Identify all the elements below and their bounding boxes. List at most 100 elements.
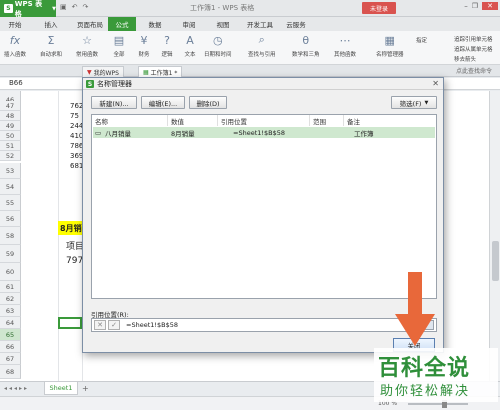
column-header-refers-to[interactable]: 引用位置 bbox=[218, 115, 310, 126]
row-header-selected[interactable]: 65 bbox=[0, 329, 21, 341]
delete-name-button[interactable]: 删除(D) bbox=[189, 96, 227, 109]
cell-value: 797 bbox=[66, 256, 84, 266]
row-header[interactable]: 66 bbox=[0, 341, 21, 353]
tab-cloud[interactable]: 云服务 bbox=[282, 17, 310, 31]
row-header[interactable]: 64 bbox=[0, 317, 21, 329]
tab-review[interactable]: 审阅 bbox=[178, 17, 200, 31]
row-header[interactable]: 53 bbox=[0, 163, 21, 179]
filter-button[interactable]: 筛选(F) ▼ bbox=[391, 96, 437, 109]
text-label: 文本 bbox=[184, 52, 196, 58]
row-header[interactable]: 60 bbox=[0, 263, 21, 281]
common-functions-button[interactable]: ☆ 常用函数 bbox=[76, 33, 98, 59]
row-header[interactable]: 58 bbox=[0, 227, 21, 245]
row-header[interactable]: 54 bbox=[0, 179, 21, 195]
column-header-scope[interactable]: 范围 bbox=[310, 115, 344, 126]
app-menu-button[interactable]: S WPS 表格 ▼ bbox=[0, 0, 56, 18]
watermark-title: 百科全说 bbox=[378, 356, 471, 381]
lookup-button[interactable]: ⌕ 查找与引用 bbox=[248, 33, 276, 58]
scrollbar-thumb[interactable] bbox=[492, 241, 499, 281]
close-icon[interactable]: ✕ bbox=[432, 79, 439, 88]
cancel-edit-icon[interactable]: ✕ bbox=[94, 320, 106, 330]
arrow-head bbox=[395, 314, 435, 346]
redo-icon[interactable]: ↷ bbox=[83, 3, 89, 11]
trace-precedents-button[interactable]: 追踪引用单元格 bbox=[454, 35, 493, 43]
specify-button[interactable]: 指定 bbox=[416, 36, 427, 44]
command-search[interactable]: 点此查找命令 bbox=[456, 66, 492, 75]
save-icon[interactable]: ▣ bbox=[60, 3, 67, 11]
tab-formulas[interactable]: 公式 bbox=[108, 17, 136, 31]
login-button[interactable]: 未登录 bbox=[362, 2, 396, 14]
wps-home-icon: ▼ bbox=[87, 68, 92, 76]
row-header[interactable]: 62 bbox=[0, 293, 21, 305]
star-icon: ☆ bbox=[82, 33, 92, 47]
row-header[interactable]: 63 bbox=[0, 305, 21, 317]
undo-icon[interactable]: ↶ bbox=[72, 3, 78, 11]
row-header[interactable]: 68 bbox=[0, 365, 21, 379]
math-button[interactable]: θ 数学和三角 bbox=[292, 33, 320, 59]
minimize-icon[interactable]: – bbox=[464, 2, 468, 10]
confirm-edit-icon[interactable]: ✓ bbox=[108, 320, 120, 330]
autosum-button[interactable]: Σ 自动求和 bbox=[40, 33, 62, 59]
doctab-workbook[interactable]: ▦ 工作簿1 * bbox=[138, 66, 183, 77]
table-row[interactable]: ▭ 八月销量 8月销量 =Sheet1!$B$58 工作簿 bbox=[93, 127, 435, 138]
row-header[interactable]: 61 bbox=[0, 281, 21, 293]
close-window-icon[interactable]: ✕ bbox=[482, 2, 498, 10]
tab-data[interactable]: 数据 bbox=[144, 17, 166, 31]
remove-arrows-button[interactable]: 移去箭头 bbox=[454, 55, 476, 63]
row-header[interactable]: 49 bbox=[0, 121, 21, 131]
edit-name-button[interactable]: 编辑(E)... bbox=[141, 96, 185, 109]
row-header[interactable]: 51 bbox=[0, 141, 21, 151]
row-header[interactable]: 48 bbox=[0, 111, 21, 121]
selected-cell[interactable] bbox=[58, 317, 82, 329]
doctab-workbook-label: 工作簿1 * bbox=[150, 69, 178, 77]
tab-home[interactable]: 开始 bbox=[4, 17, 26, 31]
watermark-subtitle: 助你轻松解决 bbox=[380, 384, 471, 399]
insert-function-button[interactable]: fx 插入函数 bbox=[4, 33, 26, 59]
name-box[interactable]: B66 bbox=[6, 79, 60, 89]
trace-dependents-button[interactable]: 追踪从属单元格 bbox=[454, 45, 493, 53]
clock-icon: ◷ bbox=[212, 33, 223, 47]
datetime-label: 日期和时间 bbox=[204, 52, 232, 58]
datetime-button[interactable]: ◷ 日期和时间 bbox=[204, 33, 232, 59]
tab-developer[interactable]: 开发工具 bbox=[244, 17, 276, 31]
tab-page-layout[interactable]: 页面布局 bbox=[74, 17, 106, 31]
refers-to-value: =Sheet1!$B$58 bbox=[126, 321, 178, 329]
names-list[interactable]: 名称 数值 引用位置 范围 备注 ▭ 八月销量 8月销量 =Sheet1!$B$… bbox=[91, 114, 437, 299]
other-functions-button[interactable]: ⋯ 其他函数 bbox=[334, 33, 356, 59]
row-header[interactable]: 47 bbox=[0, 101, 21, 111]
tab-insert[interactable]: 插入 bbox=[40, 17, 62, 31]
column-header-name[interactable]: 名称 bbox=[92, 115, 168, 126]
row-header[interactable]: 67 bbox=[0, 353, 21, 365]
finance-button[interactable]: ¥ 财务 bbox=[137, 33, 151, 59]
add-sheet-icon[interactable]: + bbox=[82, 384, 89, 393]
column-header-value[interactable]: 数值 bbox=[168, 115, 218, 126]
dialog-title: 名称管理器 bbox=[97, 79, 132, 88]
all-functions-label: 全部 bbox=[113, 52, 125, 58]
new-name-button[interactable]: 新建(N)... bbox=[91, 96, 137, 109]
sheet-tab-sheet1[interactable]: Sheet1 bbox=[44, 382, 78, 395]
all-functions-button[interactable]: ▤ 全部 bbox=[112, 33, 126, 59]
doctab-my-wps[interactable]: ▼ 我的WPS bbox=[82, 66, 124, 77]
highlighted-cell-title[interactable]: 8月销 bbox=[58, 221, 82, 235]
row-header[interactable]: 55 bbox=[0, 195, 21, 211]
row-header[interactable]: 56 bbox=[0, 211, 21, 227]
sheet-nav-arrows-icon[interactable]: ◂◂◂▸▸ bbox=[4, 385, 29, 392]
name-manager-button[interactable]: ▦ 名称管理器 bbox=[376, 33, 404, 59]
row-header[interactable]: 59 bbox=[0, 245, 21, 263]
restore-icon[interactable]: ❐ bbox=[472, 2, 478, 10]
refers-to-field[interactable]: ✕ ✓ =Sheet1!$B$58 bbox=[91, 318, 437, 332]
logic-button[interactable]: ? 逻辑 bbox=[160, 33, 174, 59]
vertical-scrollbar[interactable] bbox=[489, 91, 500, 381]
document-tabs: ▼ 我的WPS ▦ 工作簿1 * 点此查找命令 bbox=[0, 65, 500, 77]
name-row-icon: ▭ bbox=[95, 128, 102, 137]
tab-view[interactable]: 视图 bbox=[212, 17, 234, 31]
zoom-slider[interactable] bbox=[408, 403, 468, 405]
column-header-note[interactable]: 备注 bbox=[344, 115, 436, 126]
lookup-label: 查找与引用 bbox=[248, 52, 276, 58]
text-button[interactable]: A 文本 bbox=[183, 33, 197, 59]
row-header[interactable]: 52 bbox=[0, 151, 21, 161]
fx-icon: fx bbox=[9, 33, 21, 47]
row-header[interactable]: 50 bbox=[0, 131, 21, 141]
row-ref: =Sheet1!$B$58 bbox=[233, 128, 285, 137]
window-controls: – ❐ ✕ bbox=[464, 2, 498, 10]
